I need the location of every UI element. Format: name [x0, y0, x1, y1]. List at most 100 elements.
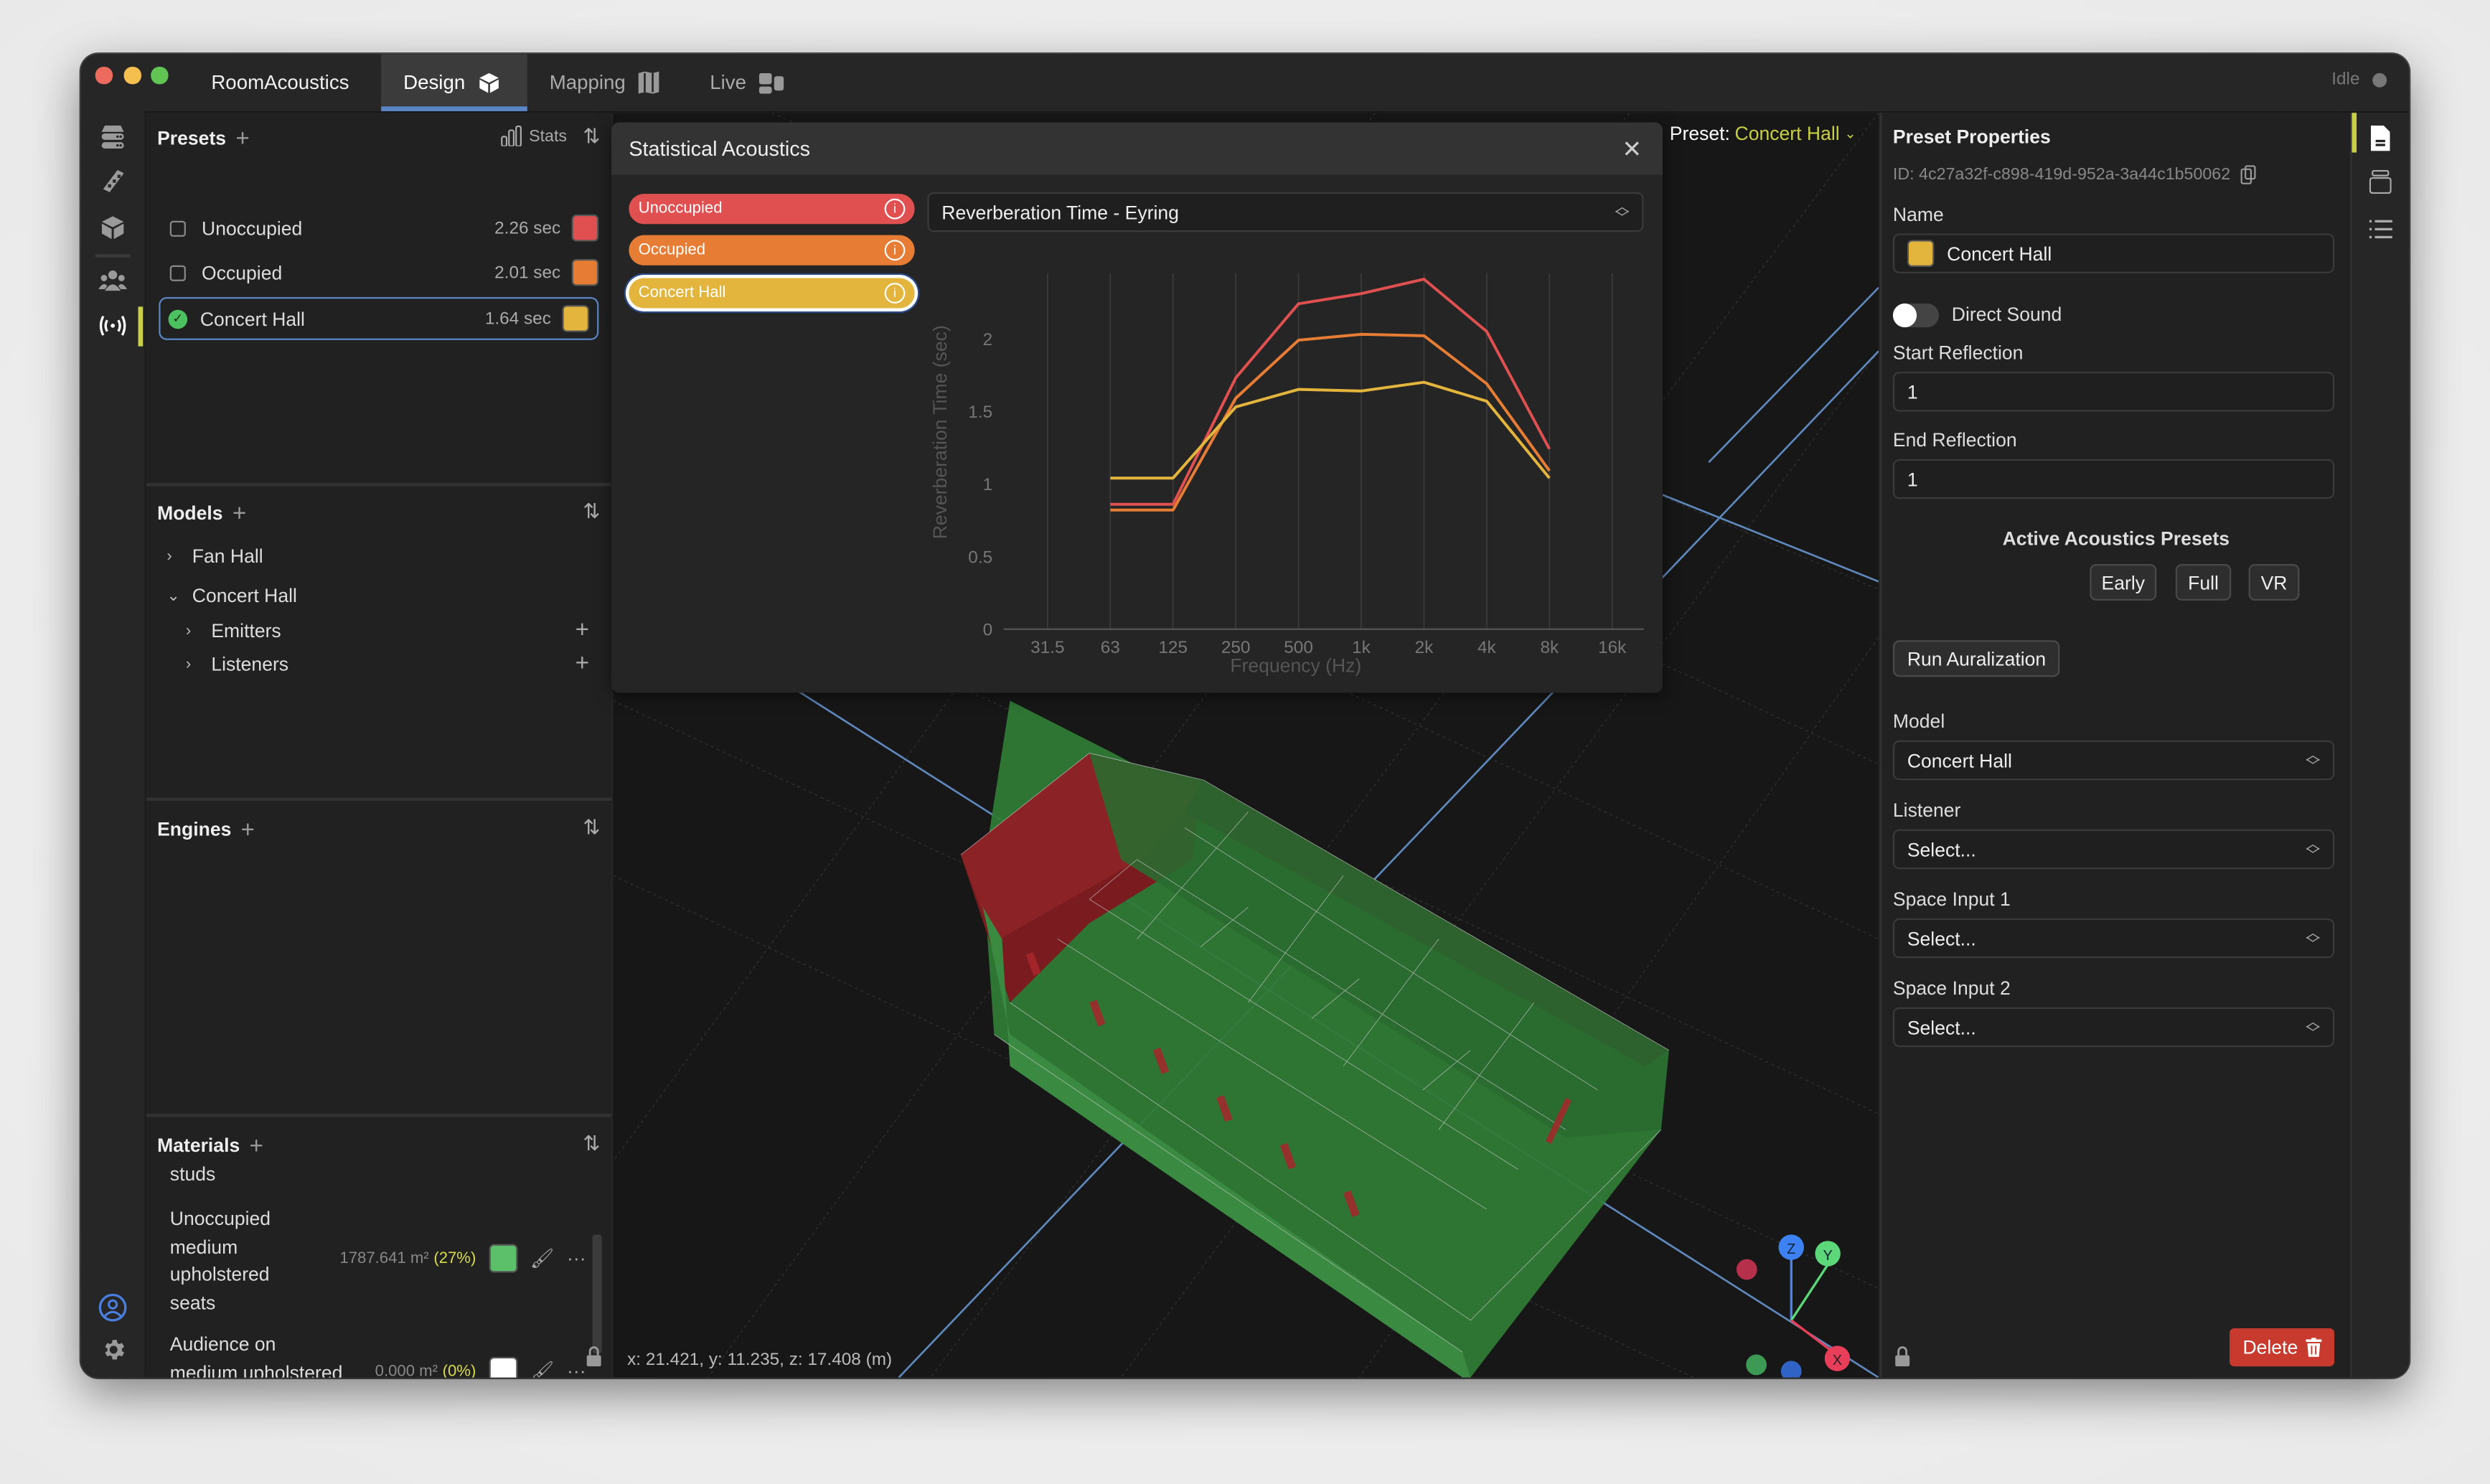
sort-presets-icon[interactable]: ⇅: [583, 124, 600, 149]
preset-full-button[interactable]: Full: [2175, 564, 2232, 601]
space-input2-select[interactable]: Select... ︿ ﹀: [1892, 1007, 2335, 1048]
database-icon[interactable]: [98, 122, 127, 151]
tree-item-fan-hall[interactable]: › Fan Hall: [166, 545, 263, 567]
sort-engines-icon[interactable]: ⇅: [583, 815, 600, 840]
preset-item-occupied[interactable]: Occupied 2.01 sec: [159, 253, 599, 292]
material-color-swatch[interactable]: [489, 1244, 517, 1273]
preset-item-concert-hall[interactable]: ✓ Concert Hall 1.64 sec: [159, 297, 599, 340]
info-icon[interactable]: i: [884, 283, 906, 304]
direct-sound-toggle[interactable]: [1892, 303, 1940, 328]
add-preset-button[interactable]: +: [235, 126, 249, 150]
engines-section: Engines + ⇅: [146, 797, 612, 1115]
model-label: Model: [1892, 710, 1945, 733]
x-tick-label: 2k: [1415, 638, 1434, 657]
legend-pill-occupied[interactable]: Occupied i: [629, 235, 915, 266]
cube-icon[interactable]: [98, 213, 127, 242]
minimize-window-button[interactable]: [123, 66, 141, 84]
preset-early-button[interactable]: Early: [2090, 564, 2157, 601]
y-tick-label: 1: [983, 475, 993, 494]
materials-scrollbar[interactable]: [592, 1234, 602, 1354]
preset-vr-button[interactable]: VR: [2248, 564, 2300, 601]
user-circle-icon[interactable]: [98, 1293, 127, 1322]
axis-neg-y-handle[interactable]: [1746, 1354, 1767, 1376]
checkbox[interactable]: [169, 264, 186, 281]
paintbrush-icon[interactable]: 🖌: [530, 1247, 555, 1269]
info-icon[interactable]: i: [884, 198, 906, 220]
legend-pill-unoccupied[interactable]: Unoccupied i: [629, 194, 915, 225]
swatch-fan-icon[interactable]: [98, 166, 127, 195]
legend-pill-concert-hall[interactable]: Concert Hall i: [629, 278, 915, 309]
model-select[interactable]: Concert Hall ︿ ﹀: [1892, 740, 2335, 781]
stats-button[interactable]: Stats: [500, 125, 567, 146]
metric-select[interactable]: Reverberation Time - Eyring ︿ ﹀: [927, 192, 1644, 233]
preset-item-unoccupied[interactable]: Unoccupied 2.26 sec: [159, 208, 599, 248]
layers-icon[interactable]: [2369, 169, 2392, 194]
gear-icon[interactable]: [98, 1335, 127, 1363]
more-options-icon[interactable]: ···: [567, 1360, 586, 1377]
material-item-name[interactable]: Unoccupied medium upholstered seats: [170, 1206, 297, 1318]
status-dot-icon: [2372, 72, 2387, 87]
checkmark-icon[interactable]: ✓: [168, 309, 188, 329]
materials-section: Materials + ⇅ studs Unoccupied medium up…: [146, 1114, 612, 1378]
copy-icon[interactable]: [2240, 165, 2255, 184]
add-material-button[interactable]: +: [250, 1134, 263, 1157]
sort-models-icon[interactable]: ⇅: [583, 499, 600, 524]
maximize-window-button[interactable]: [151, 66, 168, 84]
tree-item-emitters[interactable]: › Emitters: [186, 619, 281, 642]
series-line-concert-hall[interactable]: [1110, 380, 1551, 480]
tree-item-concert-hall[interactable]: ⌄ Concert Hall: [166, 585, 297, 607]
tree-item-listeners[interactable]: › Listeners: [186, 653, 288, 675]
lock-icon[interactable]: [586, 1346, 602, 1367]
panel-title: Preset Properties: [1892, 125, 2051, 148]
delete-button[interactable]: Delete: [2230, 1328, 2335, 1367]
list-icon[interactable]: [2369, 220, 2393, 240]
tab-mapping[interactable]: Mapping: [527, 54, 682, 111]
y-tick-label: 2: [983, 330, 993, 349]
add-model-button[interactable]: +: [232, 502, 246, 525]
axis-gizmo[interactable]: Z Y X: [1736, 1234, 1871, 1378]
material-item-name[interactable]: studs: [170, 1162, 215, 1190]
material-item-meta: 0.000 m² (0%) 🖌 ···: [375, 1356, 586, 1378]
preset-color-swatch[interactable]: [562, 305, 590, 332]
checkbox[interactable]: [169, 220, 186, 236]
start-reflection-input[interactable]: 1: [1892, 372, 2335, 412]
sort-materials-icon[interactable]: ⇅: [583, 1131, 600, 1156]
x-tick-label: 63: [1101, 638, 1120, 657]
title-bar: RoomAcoustics Design Mapping Live Idle: [80, 54, 2410, 113]
concert-hall-model[interactable]: [960, 700, 1670, 1378]
space-input1-select[interactable]: Select... ︿ ﹀: [1892, 918, 2335, 959]
lock-icon[interactable]: [1894, 1346, 1910, 1367]
rail-active-indicator: [2352, 113, 2357, 153]
preset-picker[interactable]: Preset: Concert Hall ⌄: [1670, 122, 1856, 144]
add-engine-button[interactable]: +: [241, 817, 255, 841]
close-window-button[interactable]: [95, 66, 113, 84]
listener-select[interactable]: Select... ︿ ﹀: [1892, 829, 2335, 870]
series-line-occupied[interactable]: [1110, 332, 1551, 512]
axis-x-label: X: [1833, 1353, 1842, 1368]
material-item-name[interactable]: Audience on medium upholstered seats: [170, 1331, 344, 1378]
document-icon[interactable]: [2369, 125, 2390, 151]
preset-color-swatch[interactable]: [571, 214, 599, 242]
materials-header: Materials +: [157, 1132, 263, 1160]
dialog-title: Statistical Acoustics: [629, 136, 810, 161]
axis-neg-z-handle[interactable]: [1780, 1361, 1802, 1378]
preset-color-swatch[interactable]: [1907, 240, 1935, 267]
broadcast-icon[interactable]: [98, 311, 127, 340]
name-field[interactable]: Concert Hall: [1892, 233, 2335, 273]
people-icon[interactable]: [98, 267, 128, 296]
add-emitter-button[interactable]: +: [575, 616, 589, 644]
material-color-swatch[interactable]: [489, 1356, 517, 1378]
end-reflection-input[interactable]: 1: [1892, 459, 2335, 499]
close-icon[interactable]: ✕: [1622, 135, 1642, 164]
axis-neg-x-handle[interactable]: [1736, 1259, 1757, 1280]
info-icon[interactable]: i: [884, 240, 906, 261]
run-auralization-button[interactable]: Run Auralization: [1892, 640, 2061, 677]
paintbrush-icon[interactable]: 🖌: [530, 1360, 555, 1377]
up-down-chevron-icon: ︿ ﹀: [2306, 924, 2321, 952]
preset-color-swatch[interactable]: [571, 258, 599, 286]
series-line-unoccupied[interactable]: [1110, 278, 1551, 506]
tab-design[interactable]: Design: [381, 54, 527, 111]
more-options-icon[interactable]: ···: [567, 1247, 586, 1269]
add-listener-button[interactable]: +: [575, 650, 589, 677]
tab-live[interactable]: Live: [687, 54, 807, 111]
